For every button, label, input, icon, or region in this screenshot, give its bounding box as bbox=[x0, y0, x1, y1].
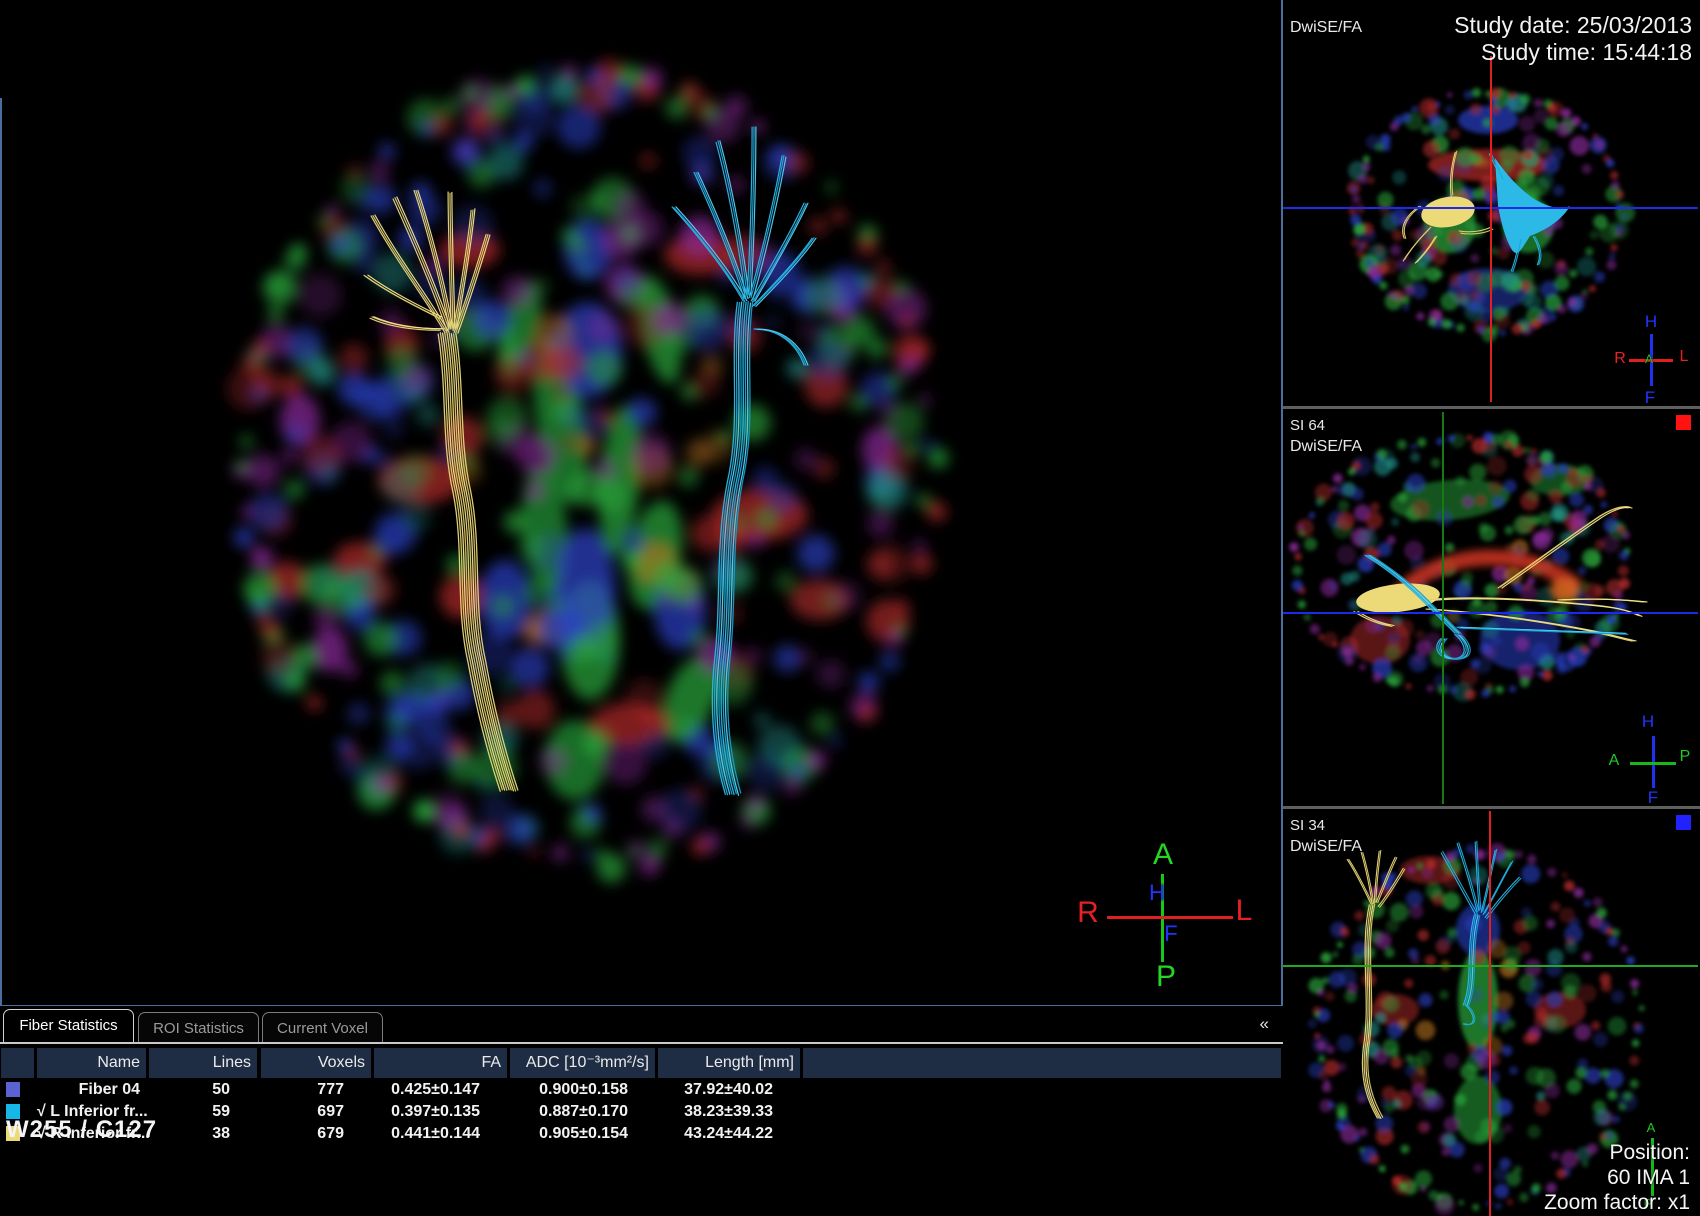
fiber-color-swatch[interactable] bbox=[6, 1082, 20, 1097]
panel-divider-1 bbox=[1283, 406, 1700, 409]
sagittal-viewport[interactable] bbox=[1283, 409, 1700, 806]
header-cell-adc: ADC [10⁻³mm²/s] bbox=[510, 1048, 655, 1078]
position-value: 60 IMA 1 bbox=[1544, 1165, 1690, 1190]
window-level-overlay: W255 / C127 bbox=[6, 1116, 157, 1144]
header-cell-lines: Lines bbox=[149, 1048, 257, 1078]
position-label: Position: bbox=[1544, 1140, 1690, 1165]
zoom-factor-label: Zoom factor: x1 bbox=[1544, 1190, 1690, 1215]
fiber-length: 37.92±40.02 bbox=[658, 1079, 800, 1101]
tab-fiber-statistics[interactable]: Fiber Statistics bbox=[3, 1009, 134, 1043]
coronal-viewport[interactable] bbox=[1283, 0, 1700, 406]
fiber-lines: 50 bbox=[149, 1079, 257, 1101]
panel-divider-2 bbox=[1283, 806, 1700, 809]
table-header-row: NameLinesVoxelsFAADC [10⁻³mm²/s]Length [… bbox=[0, 1048, 1283, 1078]
collapse-panel-button[interactable]: « bbox=[1260, 1014, 1269, 1034]
fiber-fa: 0.397±0.135 bbox=[374, 1101, 507, 1123]
fiber-voxels: 777 bbox=[261, 1079, 371, 1101]
tab-current-voxel[interactable]: Current Voxel bbox=[262, 1012, 383, 1043]
position-info: Position: 60 IMA 1 Zoom factor: x1 bbox=[1544, 1140, 1690, 1215]
header-cell-fa: FA bbox=[374, 1048, 507, 1078]
fiber-adc: 0.905±0.154 bbox=[510, 1123, 655, 1145]
fiber-fa: 0.425±0.147 bbox=[374, 1079, 507, 1101]
fiber-length: 43.24±44.22 bbox=[658, 1123, 800, 1145]
stats-tab-bar: Fiber StatisticsROI StatisticsCurrent Vo… bbox=[0, 1007, 1283, 1043]
fiber-lines: 38 bbox=[149, 1123, 257, 1145]
fiber-name[interactable]: Fiber 04 bbox=[37, 1079, 146, 1101]
main-left-border bbox=[0, 98, 2, 1006]
main-axial-viewport[interactable] bbox=[0, 0, 1281, 1006]
fiber-lines: 59 bbox=[149, 1101, 257, 1123]
fiber-adc: 0.900±0.158 bbox=[510, 1079, 655, 1101]
fiber-fa: 0.441±0.144 bbox=[374, 1123, 507, 1145]
header-cell-voxels: Voxels bbox=[261, 1048, 371, 1078]
fiber-length: 38.23±39.33 bbox=[658, 1101, 800, 1123]
header-cell-name: Name bbox=[37, 1048, 146, 1078]
header-cell-swatch bbox=[1, 1048, 34, 1078]
dti-fibertrak-app: { "study": { "date": "Study date: 25/03/… bbox=[0, 0, 1700, 1216]
stats-panel: Fiber StatisticsROI StatisticsCurrent Vo… bbox=[0, 1006, 1283, 1216]
tab-baseline bbox=[0, 1042, 1283, 1044]
header-cell-trailing bbox=[803, 1048, 1281, 1078]
fiber-voxels: 679 bbox=[261, 1123, 371, 1145]
tab-roi-statistics[interactable]: ROI Statistics bbox=[138, 1012, 259, 1043]
fiber-adc: 0.887±0.170 bbox=[510, 1101, 655, 1123]
header-cell-length: Length [mm] bbox=[658, 1048, 800, 1078]
fiber-voxels: 697 bbox=[261, 1101, 371, 1123]
fiber-row[interactable]: Fiber 04507770.425±0.1470.900±0.15837.92… bbox=[0, 1079, 900, 1101]
